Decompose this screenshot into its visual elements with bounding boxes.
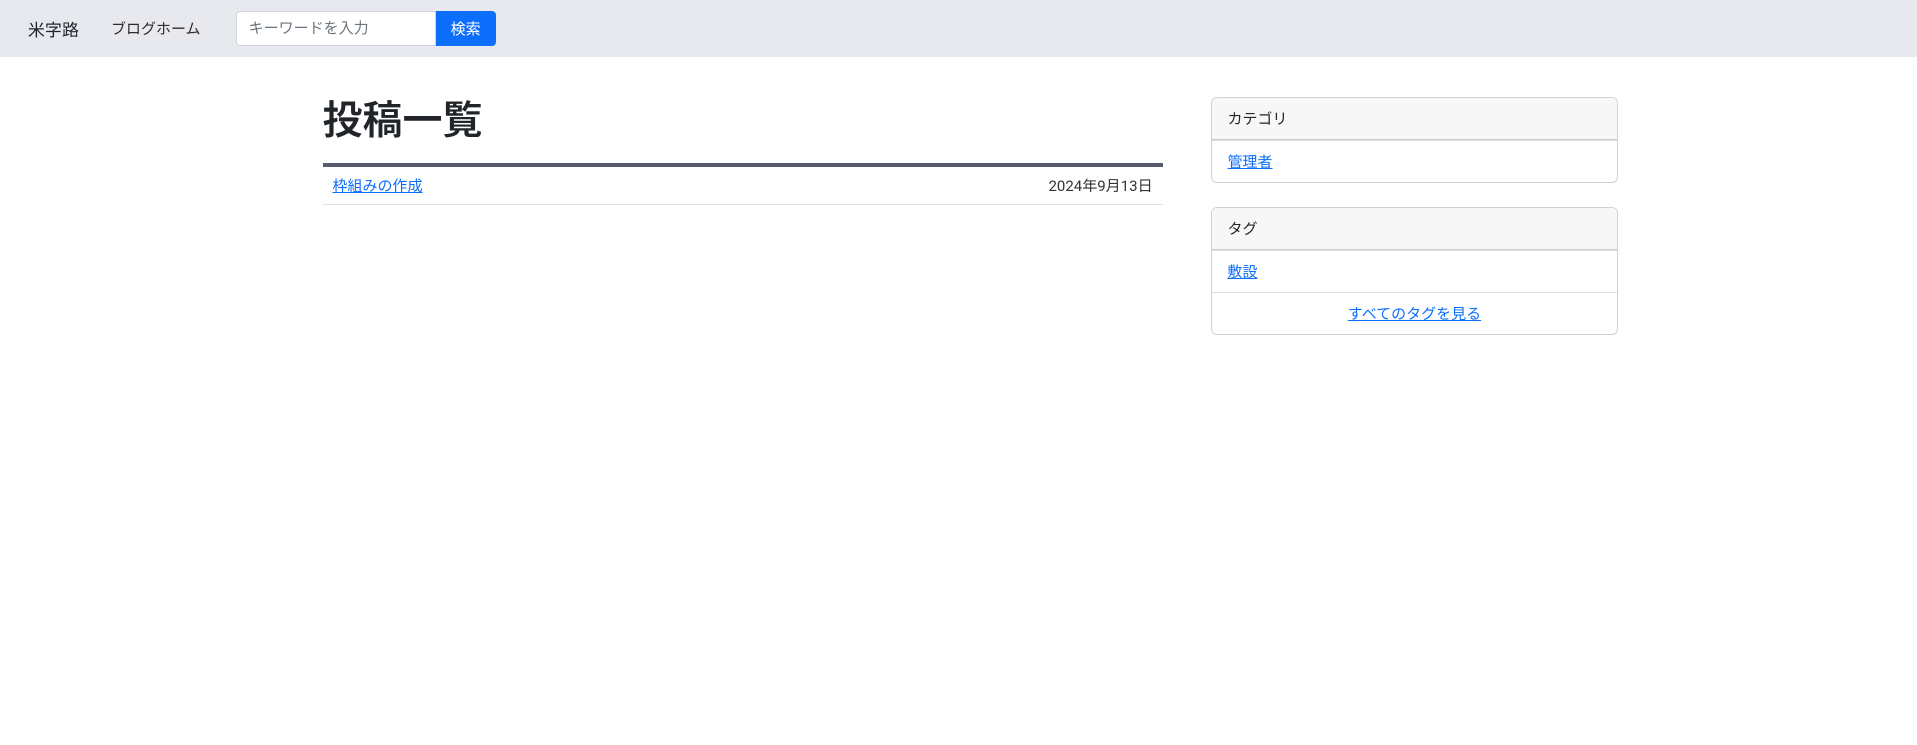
- posts-table: 枠組みの作成 2024年9月13日: [323, 163, 1163, 205]
- main-column: 投稿一覧 枠組みの作成 2024年9月13日: [311, 97, 1175, 359]
- list-item: すべてのタグを見る: [1212, 292, 1618, 334]
- search-input[interactable]: [236, 11, 436, 46]
- search-button[interactable]: 検索: [436, 11, 496, 46]
- all-tags-link[interactable]: すべてのタグを見る: [1348, 305, 1481, 323]
- navbar: 米字路 ブログホーム 検索: [0, 0, 1917, 57]
- categories-card: カテゴリ 管理者: [1211, 97, 1619, 183]
- categories-header: カテゴリ: [1212, 98, 1618, 140]
- page-title: 投稿一覧: [323, 97, 1163, 145]
- post-title-link[interactable]: 枠組みの作成: [333, 177, 423, 195]
- list-item: 管理者: [1212, 140, 1618, 182]
- navbar-link-blog-home[interactable]: ブログホーム: [99, 10, 213, 47]
- table-row: 枠組みの作成 2024年9月13日: [323, 167, 1163, 205]
- sidebar-column: カテゴリ 管理者 タグ 敷設 すべてのタグを見る: [1199, 97, 1631, 359]
- post-title-cell: 枠組みの作成: [323, 167, 718, 205]
- tags-header: タグ: [1212, 208, 1618, 250]
- tag-link[interactable]: 敷設: [1228, 263, 1258, 281]
- content-container: 投稿一覧 枠組みの作成 2024年9月13日 カテゴリ 管理者 タ: [299, 97, 1619, 359]
- tags-card: タグ 敷設 すべてのタグを見る: [1211, 207, 1619, 335]
- search-form: 検索: [236, 11, 496, 46]
- post-date-cell: 2024年9月13日: [717, 167, 1162, 205]
- category-link-admin[interactable]: 管理者: [1228, 153, 1273, 171]
- navbar-brand[interactable]: 米字路: [16, 8, 91, 49]
- list-item: 敷設: [1212, 250, 1618, 292]
